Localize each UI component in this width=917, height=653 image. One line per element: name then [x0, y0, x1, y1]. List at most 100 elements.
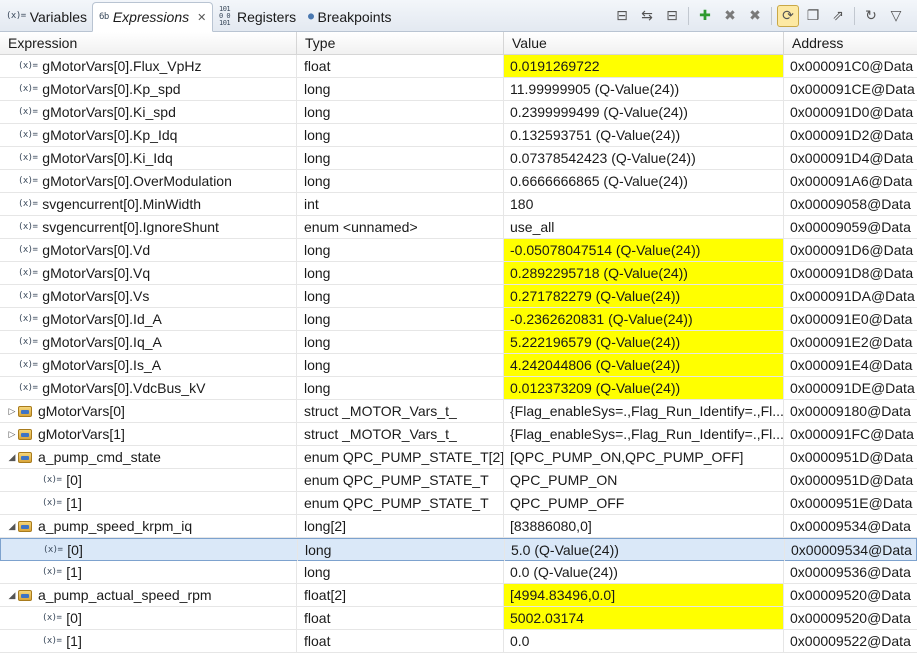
expression-cell[interactable]: (x)= gMotorVars[0].OverModulation [0, 170, 297, 192]
value-cell[interactable]: 0.07378542423 (Q-Value(24)) [504, 147, 784, 169]
collapse-all-icon[interactable]: ⊟ [611, 5, 633, 27]
table-row[interactable]: (x)= gMotorVars[0].Kp_spd long 11.99999905 … [0, 78, 917, 101]
expand-arrow-icon[interactable]: ▷ [6, 400, 18, 422]
table-row[interactable]: (x)= [0] long 5.0 (Q-Value(24)) 0x00009534@D… [0, 538, 917, 561]
expression-cell[interactable]: (x)= gMotorVars[0].Vs [0, 285, 297, 307]
value-cell[interactable]: 0.6666666865 (Q-Value(24)) [504, 170, 784, 192]
expression-cell[interactable]: (x)= [1] [0, 630, 297, 652]
column-type[interactable]: Type [297, 32, 504, 54]
table-row[interactable]: (x)= svgencurrent[0].MinWidth int 180 0x0000… [0, 193, 917, 216]
tab-breakpoints[interactable]: ● Breakpoints [302, 2, 397, 31]
tab-registers[interactable]: 1010 0101 Registers [213, 2, 302, 31]
expression-cell[interactable]: (x)= gMotorVars[0].Iq_A [0, 331, 297, 353]
table-row[interactable]: (x)= gMotorVars[0].Kp_Idq long 0.132593751 … [0, 124, 917, 147]
value-cell[interactable]: 0.2892295718 (Q-Value(24)) [504, 262, 784, 284]
value-cell[interactable]: -0.05078047514 (Q-Value(24)) [504, 239, 784, 261]
expression-cell[interactable]: (x)= svgencurrent[0].MinWidth [0, 193, 297, 215]
expression-cell[interactable]: ◢ a_pump_actual_speed_rpm [0, 584, 297, 606]
continuous-refresh-icon[interactable]: ⟳ [777, 5, 799, 27]
table-row[interactable]: (x)= [0] enum QPC_PUMP_STATE_T QPC_PUMP_ON 0… [0, 469, 917, 492]
refresh-icon[interactable]: ↻ [860, 5, 882, 27]
remove-all-icon[interactable]: ✖ [744, 5, 766, 27]
expression-cell[interactable]: ▷ gMotorVars[1] [0, 423, 297, 445]
expression-cell[interactable]: (x)= gMotorVars[0].Id_A [0, 308, 297, 330]
tab-variables[interactable]: (x)= Variables [0, 2, 93, 31]
expression-cell[interactable]: (x)= gMotorVars[0].Ki_spd [0, 101, 297, 123]
table-row[interactable]: (x)= gMotorVars[0].Is_A long 4.242044806 (Q… [0, 354, 917, 377]
collapse-arrow-icon[interactable]: ◢ [6, 584, 18, 606]
table-row[interactable]: ◢ a_pump_cmd_state enum QPC_PUMP_STATE_T[2… [0, 446, 917, 469]
expression-cell[interactable]: ▷ gMotorVars[0] [0, 400, 297, 422]
table-row[interactable]: (x)= gMotorVars[0].Id_A long -0.2362620831 … [0, 308, 917, 331]
value-cell[interactable]: 0.0 [504, 630, 784, 652]
table-row[interactable]: ◢ a_pump_speed_krpm_iq long[2] [83886080,0]… [0, 515, 917, 538]
expression-cell[interactable]: (x)= [0] [0, 607, 297, 629]
value-cell[interactable]: {Flag_enableSys=.,Flag_Run_Identify=.,Fl… [504, 400, 784, 422]
value-cell[interactable]: QPC_PUMP_OFF [504, 492, 784, 514]
table-row[interactable]: (x)= [1] enum QPC_PUMP_STATE_T QPC_PUMP_OFF… [0, 492, 917, 515]
table-row[interactable]: (x)= gMotorVars[0].Vq long 0.2892295718 (Q-… [0, 262, 917, 285]
value-cell[interactable]: 5.0 (Q-Value(24)) [505, 539, 785, 561]
table-row[interactable]: ◢ a_pump_actual_speed_rpm float[2] [4994.83… [0, 584, 917, 607]
collapse-arrow-icon[interactable]: ◢ [6, 515, 18, 537]
expand-arrow-icon[interactable]: ▷ [6, 423, 18, 445]
view-menu-icon[interactable]: ▽ [885, 5, 907, 27]
value-cell[interactable]: -0.2362620831 (Q-Value(24)) [504, 308, 784, 330]
value-cell[interactable]: [83886080,0] [504, 515, 784, 537]
value-cell[interactable]: 0.2399999499 (Q-Value(24)) [504, 101, 784, 123]
close-tab-icon[interactable]: ✕ [197, 11, 206, 24]
collapse-arrow-icon[interactable]: ◢ [6, 446, 18, 468]
value-cell[interactable]: [4994.83496,0.0] [504, 584, 784, 606]
value-cell[interactable]: use_all [504, 216, 784, 238]
value-cell[interactable]: [QPC_PUMP_ON,QPC_PUMP_OFF] [504, 446, 784, 468]
expression-cell[interactable]: (x)= gMotorVars[0].Kp_Idq [0, 124, 297, 146]
table-row[interactable]: (x)= gMotorVars[0].Vs long 0.271782279 (Q-V… [0, 285, 917, 308]
value-cell[interactable]: 4.242044806 (Q-Value(24)) [504, 354, 784, 376]
table-row[interactable]: (x)= gMotorVars[0].Flux_VpHz float 0.019126… [0, 55, 917, 78]
table-row[interactable]: (x)= [0] float 5002.03174 0x00009520@Data [0, 607, 917, 630]
value-cell[interactable]: QPC_PUMP_ON [504, 469, 784, 491]
column-expression[interactable]: Expression [0, 32, 297, 54]
value-cell[interactable]: {Flag_enableSys=.,Flag_Run_Identify=.,Fl… [504, 423, 784, 445]
expression-cell[interactable]: (x)= gMotorVars[0].Ki_Idq [0, 147, 297, 169]
value-cell[interactable]: 0.012373209 (Q-Value(24)) [504, 377, 784, 399]
table-row[interactable]: (x)= gMotorVars[0].Vd long -0.05078047514 (… [0, 239, 917, 262]
expression-cell[interactable]: (x)= [0] [1, 539, 298, 561]
expression-cell[interactable]: (x)= [1] [0, 561, 297, 583]
export-icon[interactable]: ⇗ [827, 5, 849, 27]
table-row[interactable]: (x)= svgencurrent[0].IgnoreShunt enum <unn… [0, 216, 917, 239]
table-row[interactable]: (x)= gMotorVars[0].OverModulation long 0.66… [0, 170, 917, 193]
new-view-icon[interactable]: ❐ [802, 5, 824, 27]
expression-cell[interactable]: (x)= gMotorVars[0].Vq [0, 262, 297, 284]
value-cell[interactable]: 0.132593751 (Q-Value(24)) [504, 124, 784, 146]
expression-cell[interactable]: (x)= [1] [0, 492, 297, 514]
value-cell[interactable]: 0.271782279 (Q-Value(24)) [504, 285, 784, 307]
table-row[interactable]: (x)= gMotorVars[0].Iq_A long 5.222196579 (Q… [0, 331, 917, 354]
expression-cell[interactable]: (x)= [0] [0, 469, 297, 491]
expression-cell[interactable]: (x)= svgencurrent[0].IgnoreShunt [0, 216, 297, 238]
table-row[interactable]: (x)= gMotorVars[0].Ki_Idq long 0.0737854242… [0, 147, 917, 170]
value-cell[interactable]: 5002.03174 [504, 607, 784, 629]
value-cell[interactable]: 5.222196579 (Q-Value(24)) [504, 331, 784, 353]
expression-cell[interactable]: (x)= gMotorVars[0].VdcBus_kV [0, 377, 297, 399]
column-value[interactable]: Value [504, 32, 784, 54]
value-cell[interactable]: 180 [504, 193, 784, 215]
expression-cell[interactable]: ◢ a_pump_speed_krpm_iq [0, 515, 297, 537]
expression-cell[interactable]: (x)= gMotorVars[0].Vd [0, 239, 297, 261]
tab-expressions[interactable]: 6b Expressions ✕ [92, 2, 214, 32]
add-expression-icon[interactable]: ✚ [694, 5, 716, 27]
remove-icon[interactable]: ✖ [719, 5, 741, 27]
show-type-icon[interactable]: ⇆ [636, 5, 658, 27]
table-row[interactable]: (x)= [1] long 0.0 (Q-Value(24)) 0x00009536@D… [0, 561, 917, 584]
expression-cell[interactable]: (x)= gMotorVars[0].Is_A [0, 354, 297, 376]
table-row[interactable]: (x)= gMotorVars[0].VdcBus_kV long 0.0123732… [0, 377, 917, 400]
table-row[interactable]: ▷ gMotorVars[1] struct _MOTOR_Vars_t_ {Flag… [0, 423, 917, 446]
value-cell[interactable]: 11.99999905 (Q-Value(24)) [504, 78, 784, 100]
value-cell[interactable]: 0.0191269722 [504, 55, 784, 77]
minimize-icon[interactable]: ⊟ [661, 5, 683, 27]
expression-cell[interactable]: ◢ a_pump_cmd_state [0, 446, 297, 468]
table-row[interactable]: ▷ gMotorVars[0] struct _MOTOR_Vars_t_ {Flag… [0, 400, 917, 423]
expression-cell[interactable]: (x)= gMotorVars[0].Kp_spd [0, 78, 297, 100]
value-cell[interactable]: 0.0 (Q-Value(24)) [504, 561, 784, 583]
column-address[interactable]: Address [784, 32, 917, 54]
